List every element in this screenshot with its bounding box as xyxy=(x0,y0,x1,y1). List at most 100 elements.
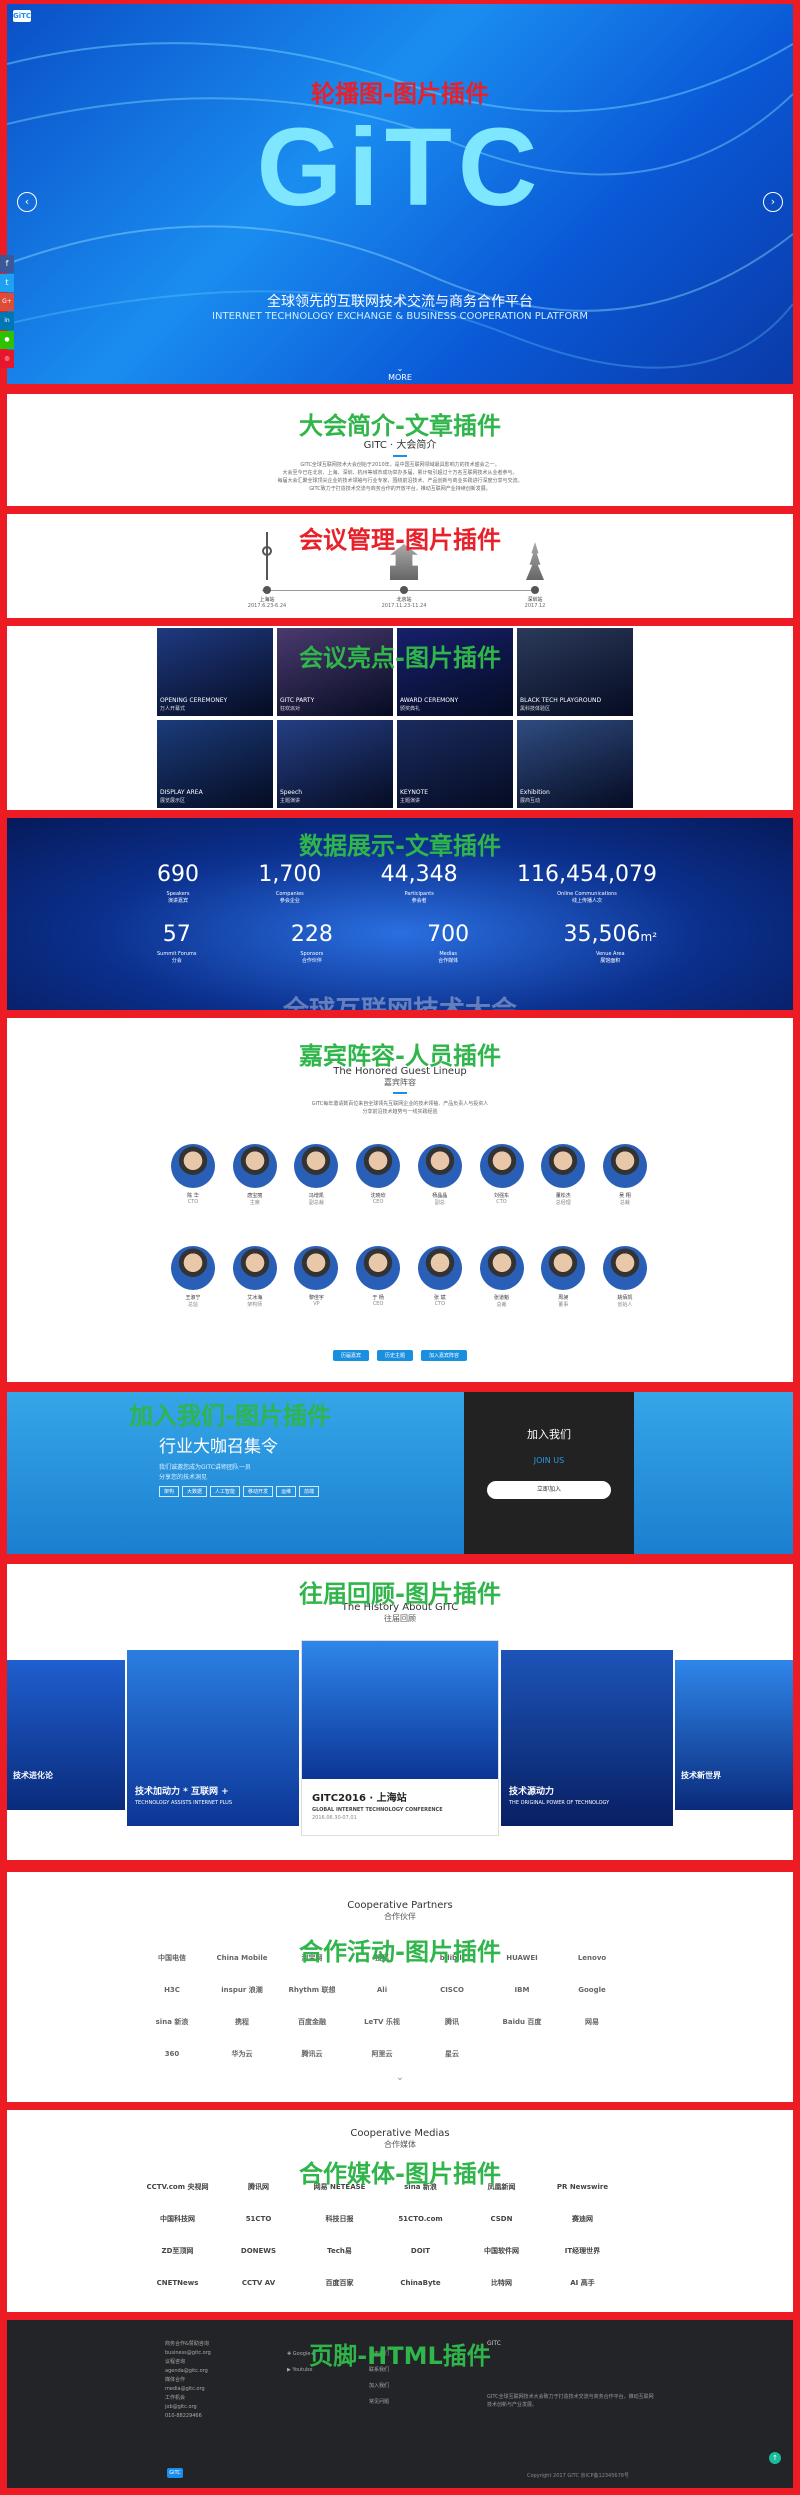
stat-number: 228 xyxy=(290,922,333,947)
partner-logo[interactable]: 星云 xyxy=(417,2042,487,2066)
partner-logo[interactable]: Rhythm 联想 xyxy=(277,1978,347,2002)
guest-card[interactable]: 王淑宁 总监 xyxy=(169,1246,217,1308)
history-card[interactable]: 技术加动力 * 互联网 + TECHNOLOGY ASSISTS INTERNE… xyxy=(127,1650,299,1826)
partner-logo[interactable]: Ali xyxy=(347,1978,417,2002)
stat-unit: m² xyxy=(640,930,658,944)
partner-logo[interactable]: LeTV 乐视 xyxy=(347,2010,417,2034)
footer-link[interactable]: 加入我们 xyxy=(369,2378,389,2394)
footer-link[interactable]: 常见问题 xyxy=(369,2394,389,2410)
guest-card[interactable]: 周昶 董事 xyxy=(539,1246,587,1308)
partner-logo[interactable]: Google xyxy=(557,1978,627,2002)
history-card[interactable]: 技术进化论 xyxy=(7,1660,125,1810)
guest-button[interactable]: 加入嘉宾阵容 xyxy=(421,1350,468,1361)
more-button[interactable]: ⌄ MORE xyxy=(7,364,793,382)
history-card-active[interactable]: GITC2016 · 上海站 GLOBAL INTERNET TECHNOLOG… xyxy=(301,1640,499,1836)
partner-logo[interactable]: 携程 xyxy=(207,2010,277,2034)
guest-title: CTO xyxy=(434,1301,446,1307)
guest-button[interactable]: 历史主题 xyxy=(376,1350,413,1361)
guest-card[interactable]: 黎佳宇 VP xyxy=(292,1246,340,1308)
media-logo[interactable]: 中国软件网 xyxy=(461,2240,542,2262)
media-logo[interactable]: ChinaByte xyxy=(380,2272,461,2294)
guest-card[interactable]: 张 斌 CTO xyxy=(416,1246,464,1308)
join-tag[interactable]: 人工智能 xyxy=(210,1486,241,1497)
guest-card[interactable]: 吴 翔总裁 xyxy=(601,1144,649,1206)
highlights-section: 会议亮点-图片插件 OPENING CEREMONEY 万人开幕式 GITC PAR… xyxy=(7,626,793,810)
weibo-icon[interactable]: ◎ xyxy=(0,350,14,368)
highlight-card[interactable]: Exhibition 展商互动 xyxy=(517,720,633,808)
partner-logo[interactable]: inspur 浪潮 xyxy=(207,1978,277,2002)
join-tag[interactable]: 移动开发 xyxy=(243,1486,274,1497)
intro-divider xyxy=(393,455,407,457)
guest-name: 沈晓欣 xyxy=(370,1193,386,1199)
partner-logo[interactable]: 腾讯云 xyxy=(277,2042,347,2066)
guest-button[interactable]: 历届嘉宾 xyxy=(332,1350,369,1361)
googleplus-icon[interactable]: G+ xyxy=(0,293,14,311)
media-logo[interactable]: CCTV AV xyxy=(218,2272,299,2294)
history-title-cn: 往届回顾 xyxy=(384,1614,416,1623)
media-logo[interactable]: DOIT xyxy=(380,2240,461,2262)
stat-item: 690 Speakers 演讲嘉宾 xyxy=(157,862,199,904)
guest-card[interactable]: 杨晶晶 副总 xyxy=(416,1144,464,1206)
history-card[interactable]: 技术源动力 THE ORIGINAL POWER OF TECHNOLOGY xyxy=(501,1650,673,1826)
guest-card[interactable]: 于 杨 CEO xyxy=(354,1246,402,1308)
linkedin-icon[interactable]: in xyxy=(0,312,14,330)
highlight-card[interactable]: DISPLAY AREA 展览展示区 xyxy=(157,720,273,808)
media-logo[interactable]: AI 高手 xyxy=(542,2272,623,2294)
partner-logo[interactable]: CISCO xyxy=(417,1978,487,2002)
partner-logo[interactable]: H3C xyxy=(137,1978,207,2002)
prev-arrow-icon[interactable]: ‹ xyxy=(17,192,37,212)
guest-card[interactable]: 沈晓欣 CEO xyxy=(354,1144,402,1206)
stat-number: 44,348 xyxy=(380,862,458,887)
guest-card[interactable]: 唐宝丽 主席 xyxy=(231,1144,279,1206)
partner-logo[interactable]: 阿里云 xyxy=(347,2042,417,2066)
next-arrow-icon[interactable]: › xyxy=(763,192,783,212)
partner-logo[interactable]: Baidu 百度 xyxy=(487,2010,557,2034)
media-logo[interactable]: 中国科技网 xyxy=(137,2208,218,2230)
media-logo[interactable]: 比特网 xyxy=(461,2272,542,2294)
media-logo[interactable]: 百度百家 xyxy=(299,2272,380,2294)
partner-logo[interactable]: 百度金融 xyxy=(277,2010,347,2034)
guest-card[interactable]: 姚佰凯 创始人 xyxy=(601,1246,649,1308)
join-tag[interactable]: 大数据 xyxy=(182,1486,208,1497)
media-logo[interactable]: 51CTO.com xyxy=(380,2208,461,2230)
guest-card[interactable]: 陈 华 CTO xyxy=(169,1144,217,1206)
media-logo[interactable]: IT经理世界 xyxy=(542,2240,623,2262)
partner-logo[interactable]: 腾讯 xyxy=(417,2010,487,2034)
media-logo[interactable]: 科技日报 xyxy=(299,2208,380,2230)
join-tag[interactable]: 运维 xyxy=(276,1486,297,1497)
media-logo[interactable]: DONEWS xyxy=(218,2240,299,2262)
partner-logo[interactable]: 华为云 xyxy=(207,2042,277,2066)
partner-logo[interactable]: sina 新浪 xyxy=(137,2010,207,2034)
wechat-icon[interactable]: ● xyxy=(0,331,14,349)
join-tag[interactable]: 前端 xyxy=(299,1486,320,1497)
highlight-card[interactable]: KEYNOTE 主题演讲 xyxy=(397,720,513,808)
guest-card[interactable]: 冯增凯 副总裁 xyxy=(292,1144,340,1206)
avatar xyxy=(541,1144,586,1188)
media-logo[interactable]: 赛迪网 xyxy=(542,2208,623,2230)
site-logo-icon[interactable]: GiTC xyxy=(13,10,31,22)
partner-logo[interactable]: 360 xyxy=(137,2042,207,2066)
footer-annotation: 页脚-HTML插件 xyxy=(309,2342,491,2370)
highlight-title-cn: 狂欢派对 xyxy=(280,706,301,712)
join-tag[interactable]: 架构 xyxy=(159,1486,180,1497)
guest-card[interactable]: 刘强东 CTO xyxy=(478,1144,526,1206)
media-logo[interactable]: ZD至顶网 xyxy=(137,2240,218,2262)
guest-card[interactable]: 张道魁 总裁 xyxy=(478,1246,526,1308)
highlight-title-cn: 展览展示区 xyxy=(160,798,186,804)
highlight-card[interactable]: Speech 主题演讲 xyxy=(277,720,393,808)
back-to-top-icon[interactable]: ↑ xyxy=(769,2452,781,2464)
partner-logo[interactable]: 网易 xyxy=(557,2010,627,2034)
chevron-down-icon[interactable]: ⌄ xyxy=(7,2072,793,2083)
media-logo[interactable]: Tech易 xyxy=(299,2240,380,2262)
facebook-icon[interactable]: f xyxy=(0,255,14,273)
media-logo[interactable]: 51CTO xyxy=(218,2208,299,2230)
history-card[interactable]: 技术新世界 xyxy=(675,1660,793,1810)
footer-copyright: Copyright 2017 GITC 京ICP备12345678号 xyxy=(527,2473,629,2479)
twitter-icon[interactable]: t xyxy=(0,274,14,292)
join-panel-button[interactable]: 立即加入 xyxy=(487,1481,611,1499)
guest-card[interactable]: 艾冰海 架构师 xyxy=(231,1246,279,1308)
partner-logo[interactable]: IBM xyxy=(487,1978,557,2002)
media-logo[interactable]: CSDN xyxy=(461,2208,542,2230)
media-logo[interactable]: CNETNews xyxy=(137,2272,218,2294)
guest-card[interactable]: 董松杰 总经理 xyxy=(539,1144,587,1206)
